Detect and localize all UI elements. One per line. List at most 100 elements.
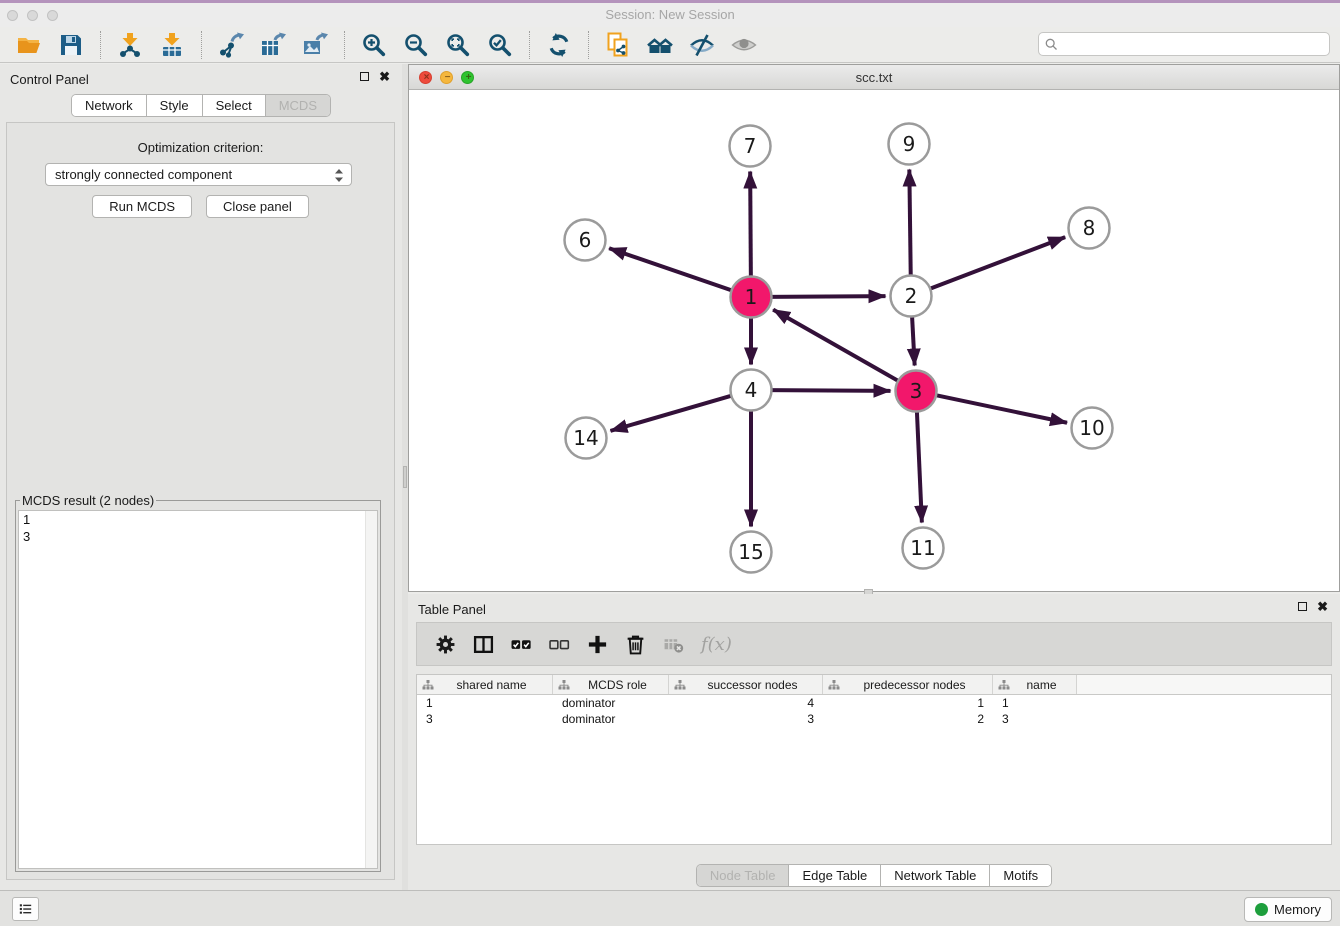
open-file-button[interactable] — [11, 30, 47, 60]
graph-edge-3-1[interactable] — [773, 310, 900, 382]
settings-gear-button[interactable] — [435, 634, 456, 655]
table-toolbar: f(x) — [416, 622, 1332, 666]
graph-edge-1-6[interactable] — [609, 248, 733, 291]
tab-motifs[interactable]: Motifs — [990, 865, 1051, 886]
tab-edge-table[interactable]: Edge Table — [789, 865, 881, 886]
graph-edge-1-2[interactable] — [769, 296, 885, 297]
table-cell[interactable]: 2 — [823, 711, 993, 727]
close-panel-button[interactable]: Close panel — [206, 195, 309, 218]
network-window-title: scc.txt — [409, 70, 1339, 85]
optimization-select[interactable]: strongly connected component — [45, 163, 352, 186]
graph-node-9[interactable]: 9 — [889, 124, 930, 165]
graph-node-11[interactable]: 11 — [903, 528, 944, 569]
toolbar-separator — [588, 31, 589, 59]
delete-column-button[interactable] — [625, 634, 646, 655]
deselect-all-button[interactable] — [549, 634, 570, 655]
graph-edge-4-3[interactable] — [769, 390, 890, 391]
table-cell[interactable]: 1 — [417, 695, 553, 711]
graph-node-14[interactable]: 14 — [566, 418, 607, 459]
tab-network-table[interactable]: Network Table — [881, 865, 990, 886]
import-network-button[interactable] — [112, 30, 148, 60]
graph-edge-2-9[interactable] — [909, 169, 910, 277]
graph-edge-4-14[interactable] — [610, 395, 733, 431]
column-header-name[interactable]: name — [993, 675, 1077, 694]
table-cell[interactable]: 3 — [417, 711, 553, 727]
list-icon — [19, 902, 32, 916]
show-eye-button[interactable] — [726, 30, 762, 60]
graph-edge-3-11[interactable] — [917, 409, 922, 522]
table-cell[interactable]: dominator — [553, 711, 669, 727]
window-title: Session: New Session — [0, 7, 1340, 22]
zoom-fit-icon — [445, 32, 471, 58]
tab-node-table[interactable]: Node Table — [697, 865, 790, 886]
table-row[interactable]: 3dominator323 — [417, 711, 1331, 727]
select-all-button[interactable] — [511, 634, 532, 655]
task-history-button[interactable] — [12, 897, 39, 921]
table-cell[interactable]: 1 — [823, 695, 993, 711]
table-cell[interactable]: 1 — [993, 695, 1077, 711]
mcds-result-text-area[interactable]: 13 — [18, 510, 378, 869]
search-input[interactable] — [1063, 36, 1323, 53]
table-cell[interactable]: 3 — [669, 711, 823, 727]
zoom-selected-button[interactable] — [482, 30, 518, 60]
export-network-button[interactable] — [213, 30, 249, 60]
graph-node-1[interactable]: 1 — [731, 277, 772, 318]
export-network-icon — [218, 32, 244, 58]
column-header-predecessor-nodes[interactable]: predecessor nodes — [823, 675, 993, 694]
graph-node-3[interactable]: 3 — [896, 371, 937, 412]
graph-node-8[interactable]: 8 — [1069, 208, 1110, 249]
table-close-panel-icon[interactable]: ✖ — [1317, 602, 1328, 611]
toolbar-separator — [201, 31, 202, 59]
add-column-icon — [587, 634, 608, 655]
zoom-in-button[interactable] — [356, 30, 392, 60]
tab-select[interactable]: Select — [203, 95, 266, 116]
column-header-successor-nodes[interactable]: successor nodes — [669, 675, 823, 694]
export-table-button[interactable] — [255, 30, 291, 60]
graph-edge-2-8[interactable] — [928, 237, 1065, 289]
graph-node-label: 1 — [745, 285, 758, 309]
graph-node-15[interactable]: 15 — [731, 532, 772, 573]
float-panel-icon[interactable] — [360, 72, 369, 81]
import-table-button[interactable] — [154, 30, 190, 60]
refresh-network-button[interactable] — [541, 30, 577, 60]
close-panel-icon[interactable]: ✖ — [379, 72, 390, 81]
save-session-button[interactable] — [53, 30, 89, 60]
panel-divider-handle[interactable] — [403, 466, 407, 488]
tab-style[interactable]: Style — [147, 95, 203, 116]
graph-node-7[interactable]: 7 — [730, 126, 771, 167]
search-box[interactable] — [1038, 32, 1330, 56]
graph-edge-2-3[interactable] — [912, 314, 915, 365]
network-canvas[interactable]: 7 9 6 8 1 2 4 3 14 10 15 11 — [409, 90, 1339, 591]
result-scrollbar[interactable] — [365, 511, 377, 868]
network-overview-button[interactable] — [642, 30, 678, 60]
run-mcds-button[interactable]: Run MCDS — [92, 195, 192, 218]
duplicate-network-button[interactable] — [600, 30, 636, 60]
zoom-fit-button[interactable] — [440, 30, 476, 60]
graph-node-label: 11 — [910, 536, 935, 560]
add-column-button[interactable] — [587, 634, 608, 655]
graph-node-10[interactable]: 10 — [1072, 408, 1113, 449]
graph-node-4[interactable]: 4 — [731, 370, 772, 411]
zoom-out-button[interactable] — [398, 30, 434, 60]
table-cell[interactable]: 4 — [669, 695, 823, 711]
table-cell[interactable]: dominator — [553, 695, 669, 711]
network-window-titlebar[interactable]: × − + scc.txt — [409, 65, 1339, 90]
graph-node-2[interactable]: 2 — [891, 276, 932, 317]
mcds-result-line: 1 — [19, 511, 377, 528]
graph-edge-1-7[interactable] — [750, 171, 751, 278]
graph-edge-3-10[interactable] — [934, 395, 1067, 423]
export-image-button[interactable] — [297, 30, 333, 60]
memory-button[interactable]: Memory — [1244, 897, 1332, 922]
tab-network[interactable]: Network — [72, 95, 147, 116]
hide-unselected-button[interactable] — [684, 30, 720, 60]
graph-node-6[interactable]: 6 — [565, 220, 606, 261]
network-view-window: × − + scc.txt 7 9 6 8 1 2 4 3 14 10 15 11 — [408, 64, 1340, 592]
table-cell[interactable]: 3 — [993, 711, 1077, 727]
table-row[interactable]: 1dominator411 — [417, 695, 1331, 711]
column-header-MCDS-role[interactable]: MCDS role — [553, 675, 669, 694]
toolbar-buttons — [8, 30, 765, 60]
table-float-panel-icon[interactable] — [1298, 602, 1307, 611]
tab-mcds[interactable]: MCDS — [266, 95, 330, 116]
column-header-shared-name[interactable]: shared name — [417, 675, 553, 694]
column-selector-button[interactable] — [473, 634, 494, 655]
